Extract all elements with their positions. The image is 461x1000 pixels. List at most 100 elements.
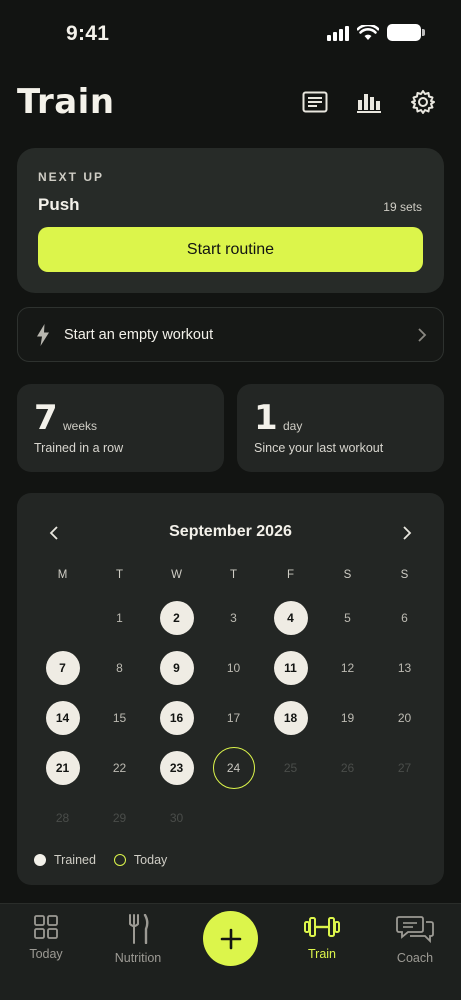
calendar-cell: [376, 793, 433, 843]
calendar-day-today[interactable]: 24: [212, 747, 255, 789]
chevron-right-icon[interactable]: [402, 525, 412, 541]
tab-bar: Today Nutrition Train Coach: [0, 903, 461, 1000]
calendar-day-plain[interactable]: 10: [217, 651, 251, 685]
calendar-day-plain[interactable]: 6: [388, 601, 422, 635]
stat-unit: weeks: [63, 419, 98, 433]
calendar-cell: 14: [34, 693, 91, 743]
calendar-cell: 1: [91, 593, 148, 643]
calendar-cell: 27: [376, 743, 433, 793]
calendar-day-trained[interactable]: 7: [45, 651, 80, 685]
calendar-day-future[interactable]: 26: [331, 751, 365, 785]
calendar-card: September 2026 M T W T F S S 1 2 3 4 5 6 7 8 9 10…: [17, 493, 444, 885]
status-icons: [327, 24, 425, 41]
streak-weeks-card: 7 weeks Trained in a row: [17, 384, 224, 472]
tab-label: Train: [307, 947, 336, 961]
tab-nutrition[interactable]: Nutrition: [98, 914, 178, 965]
stat-value: 1: [254, 398, 278, 438]
calendar-cell: 10: [205, 643, 262, 693]
stat-description: Since your last workout: [254, 441, 384, 455]
calendar-day-trained[interactable]: 21: [45, 751, 80, 785]
wifi-icon: [357, 24, 379, 40]
calendar-day-future[interactable]: 29: [103, 801, 137, 835]
calendar-day-trained[interactable]: 23: [159, 751, 194, 785]
today-ring-icon: [113, 854, 126, 866]
tab-train[interactable]: Train: [282, 914, 362, 961]
calendar-cell: 7: [34, 643, 91, 693]
tab-today[interactable]: Today: [6, 914, 86, 961]
calendar-day-plain[interactable]: 13: [388, 651, 422, 685]
calendar-weekday-header: M T W T F S S: [34, 569, 433, 581]
calendar-legend: Trained Today: [34, 853, 167, 867]
calendar-cell: 21: [34, 743, 91, 793]
start-routine-button[interactable]: Start routine: [38, 227, 423, 272]
add-button[interactable]: [203, 911, 258, 966]
calendar-day-plain[interactable]: 22: [103, 751, 137, 785]
weekday-label: S: [343, 569, 352, 581]
routine-name: Push: [38, 195, 80, 214]
calendar-week-row: 123456: [34, 593, 433, 643]
weekday-label: M: [57, 569, 68, 581]
calendar-day-trained[interactable]: 14: [45, 701, 80, 735]
calendar-cell: [319, 793, 376, 843]
calendar-cell: 15: [91, 693, 148, 743]
calendar-day-trained[interactable]: 9: [159, 651, 194, 685]
calendar-cell: 30: [148, 793, 205, 843]
calendar-cell: [262, 793, 319, 843]
weekday-label: F: [286, 569, 295, 581]
calendar-day-future[interactable]: 28: [46, 801, 80, 835]
tab-label: Coach: [396, 951, 434, 965]
calendar-day-future[interactable]: 30: [160, 801, 194, 835]
trained-dot-icon: [34, 854, 46, 866]
calendar-day-plain[interactable]: 20: [388, 701, 422, 735]
calendar-cell: 18: [262, 693, 319, 743]
calendar-cell: 16: [148, 693, 205, 743]
calendar-day-plain[interactable]: 5: [331, 601, 365, 635]
calendar-cell: 8: [91, 643, 148, 693]
stat-unit: day: [283, 419, 303, 433]
tab-coach[interactable]: Coach: [375, 914, 455, 965]
stats-icon[interactable]: [355, 88, 383, 116]
calendar-cell: 20: [376, 693, 433, 743]
next-up-card: NEXT UP Push 19 sets Start routine: [17, 148, 444, 293]
calendar-week-row: 28 29 30: [34, 793, 433, 843]
cellular-signal-icon: [327, 25, 349, 41]
calendar-cell: 5: [319, 593, 376, 643]
calendar-day-trained[interactable]: 18: [273, 701, 308, 735]
calendar-week-row: 21 22 23 24 25 26 27: [34, 743, 433, 793]
chevron-right-icon: [418, 328, 427, 342]
start-empty-workout-label: Start an empty workout: [64, 327, 214, 343]
calendar-day-future[interactable]: 27: [388, 751, 422, 785]
fork-knife-icon: [129, 914, 149, 944]
dumbbell-icon: [304, 917, 340, 937]
page-title: Train: [17, 82, 115, 122]
calendar-day-trained[interactable]: 16: [159, 701, 194, 735]
calendar-cell: 26: [319, 743, 376, 793]
start-empty-workout-row[interactable]: Start an empty workout: [17, 307, 444, 362]
calendar-day-plain[interactable]: 3: [217, 601, 251, 635]
calendar-day-trained[interactable]: 11: [273, 651, 308, 685]
calendar-cell: 25: [262, 743, 319, 793]
calendar-cell: 23: [148, 743, 205, 793]
tab-label: Nutrition: [114, 951, 162, 965]
calendar-week-row: 7 8 9 10 11 12 13: [34, 643, 433, 693]
calendar-day-plain[interactable]: 17: [217, 701, 251, 735]
calendar-cell: 17: [205, 693, 262, 743]
calendar-day-plain[interactable]: 12: [331, 651, 365, 685]
routine-sets-count: 19 sets: [383, 200, 422, 214]
calendar-day-future[interactable]: 25: [274, 751, 308, 785]
calendar-cell: 2: [148, 593, 205, 643]
log-icon[interactable]: [301, 88, 329, 116]
stat-value: 7: [34, 398, 58, 438]
calendar-cell: 28: [34, 793, 91, 843]
weekday-label: S: [400, 569, 409, 581]
calendar-day-plain[interactable]: 1: [103, 601, 137, 635]
calendar-day-plain[interactable]: 15: [103, 701, 137, 735]
calendar-day-plain[interactable]: 8: [103, 651, 137, 685]
gear-icon[interactable]: [409, 88, 437, 116]
calendar-day-trained[interactable]: 2: [159, 601, 194, 635]
calendar-month-title: September 2026: [169, 523, 292, 540]
plus-icon: [220, 928, 241, 949]
calendar-day-plain[interactable]: 19: [331, 701, 365, 735]
calendar-day-trained[interactable]: 4: [273, 601, 308, 635]
battery-icon: [387, 24, 425, 41]
